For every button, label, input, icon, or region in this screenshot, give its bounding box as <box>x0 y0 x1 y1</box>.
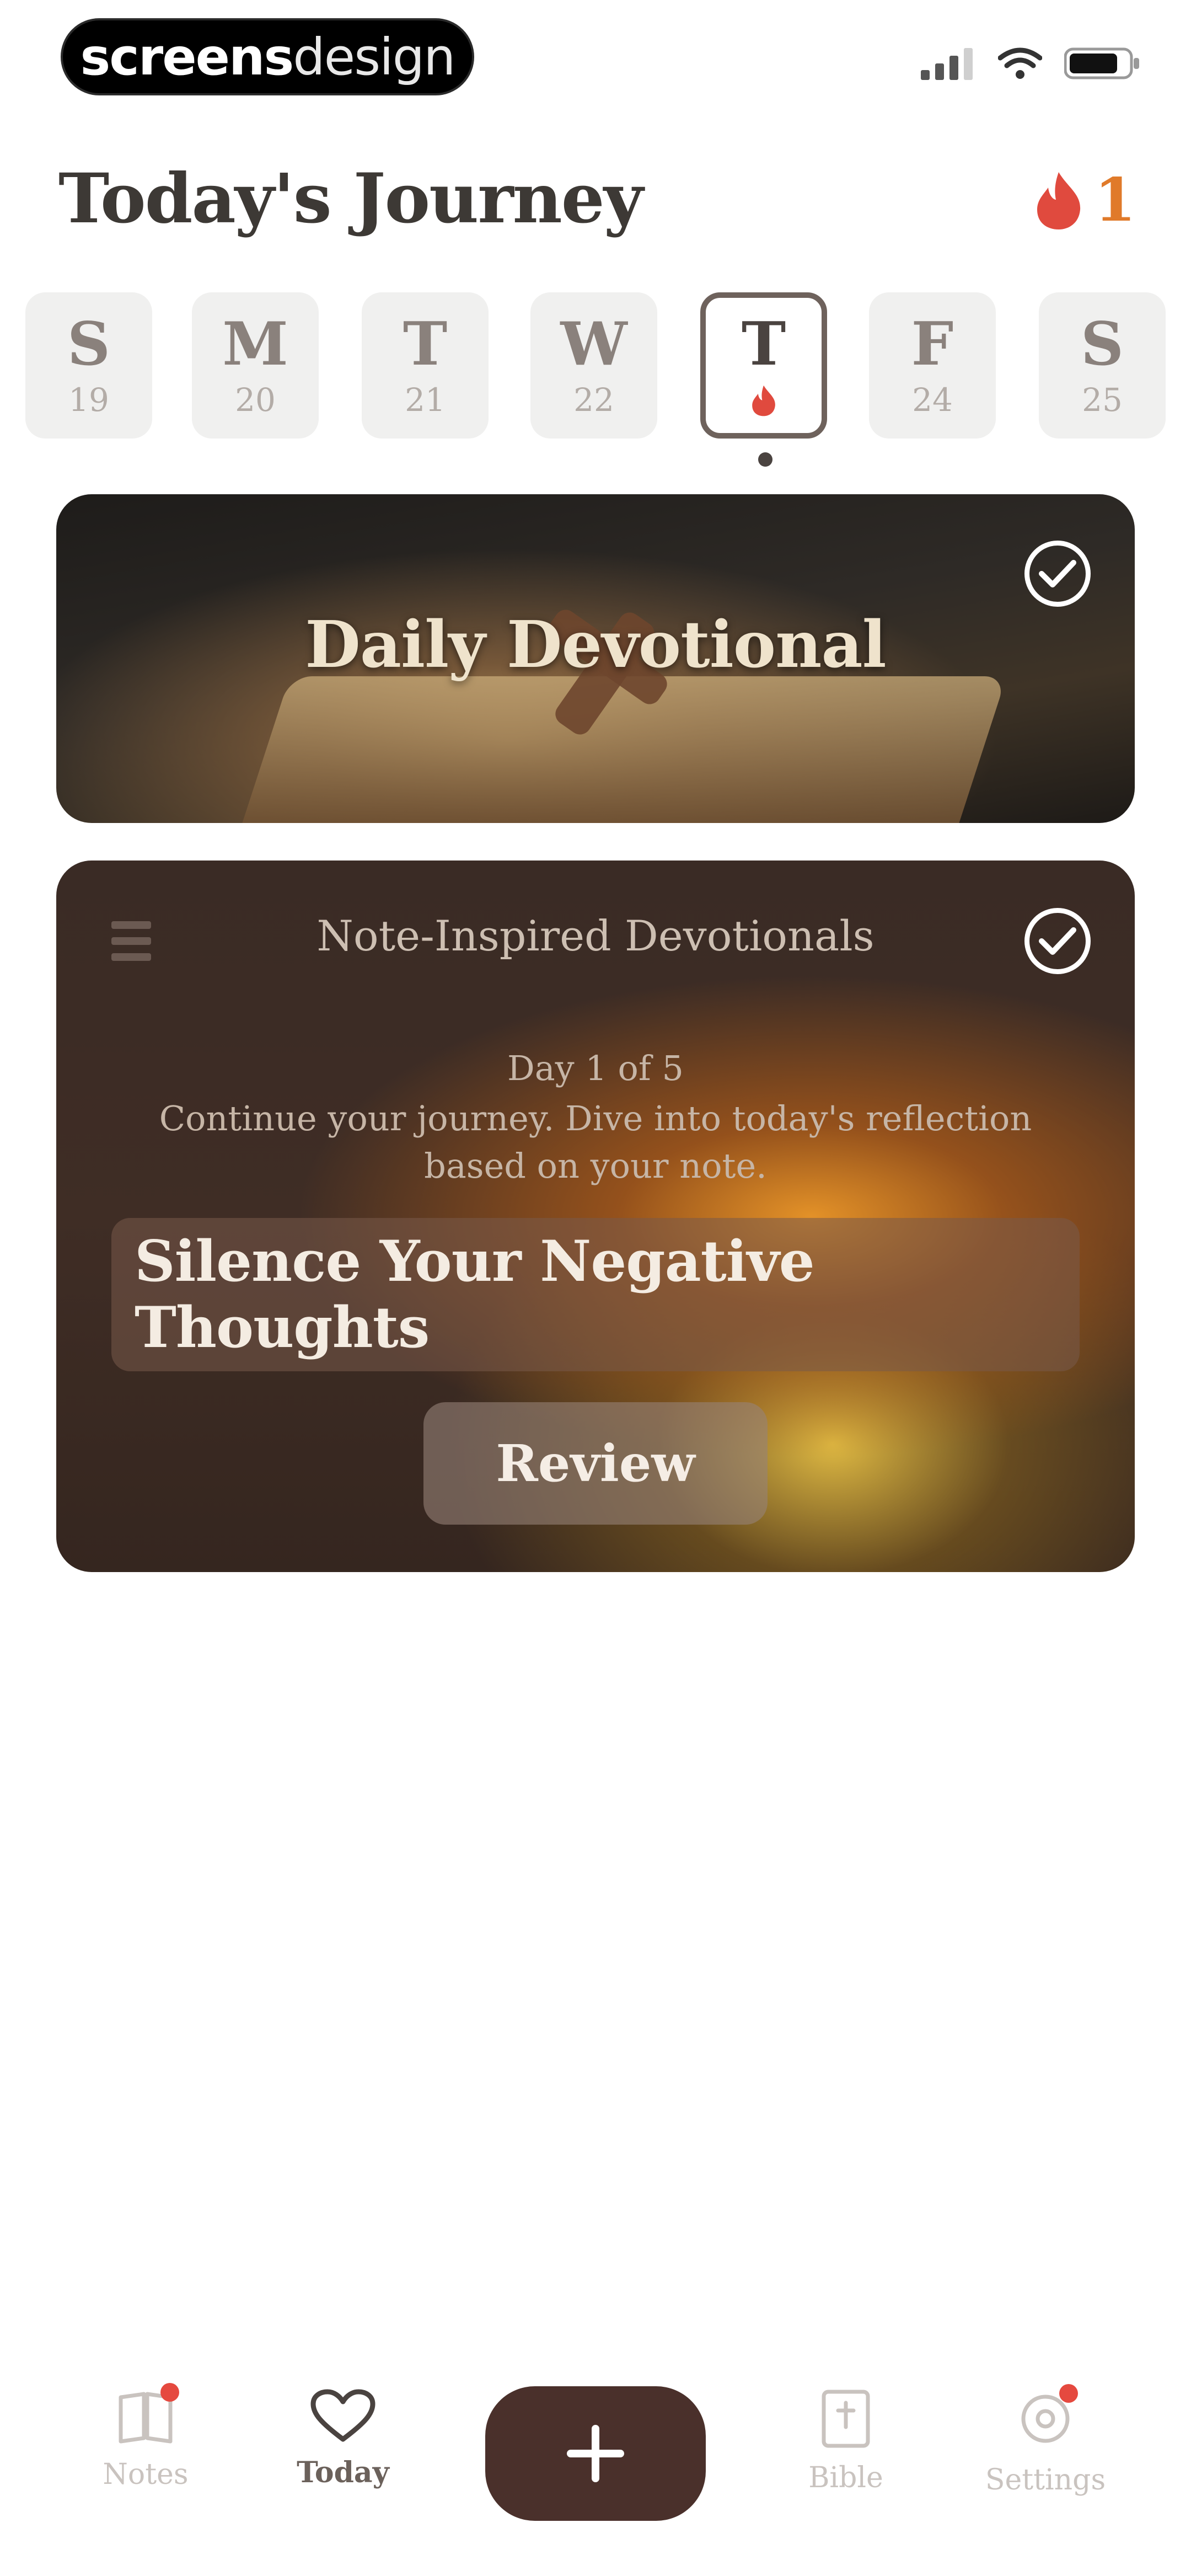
status-icons <box>921 44 1141 83</box>
streak-count: 1 <box>1094 165 1136 235</box>
day-letter: S <box>67 309 110 379</box>
nav-label: Settings <box>985 2463 1106 2497</box>
nav-label: Bible <box>808 2461 883 2494</box>
brand-logo-light: design <box>293 27 455 87</box>
day-date: 19 <box>68 381 109 419</box>
day-letter: W <box>560 309 627 379</box>
streak-indicator[interactable]: 1 <box>1034 165 1136 235</box>
day-date: 20 <box>235 381 276 419</box>
daily-devotional-title: Daily Devotional <box>305 607 886 682</box>
day-thursday-selected[interactable]: T <box>700 292 827 439</box>
bible-illustration <box>242 676 1007 823</box>
check-icon <box>1024 908 1091 974</box>
day-monday[interactable]: M 20 <box>192 292 319 439</box>
nav-notes[interactable]: Notes <box>57 2383 234 2491</box>
day-letter: M <box>222 309 288 379</box>
day-letter: F <box>911 309 954 379</box>
note-inspired-header: Note-Inspired Devotionals <box>316 911 875 960</box>
wifi-icon <box>998 47 1042 79</box>
heart-icon <box>310 2389 375 2442</box>
devotional-description: Continue your journey. Dive into today's… <box>159 1098 1032 1186</box>
review-button[interactable]: Review <box>423 1402 768 1525</box>
signal-icon <box>921 48 973 80</box>
flame-icon <box>1037 172 1080 229</box>
day-sunday[interactable]: S 19 <box>25 292 152 439</box>
note-inspired-card: Note-Inspired Devotionals Day 1 of 5 Con… <box>56 861 1135 1572</box>
day-tuesday[interactable]: T 21 <box>362 292 489 439</box>
topic-box[interactable]: Silence Your Negative Thoughts <box>111 1218 1080 1371</box>
plus-icon <box>567 2425 624 2482</box>
add-button[interactable] <box>485 2386 706 2521</box>
nav-today[interactable]: Today <box>255 2388 431 2489</box>
day-saturday[interactable]: S 25 <box>1039 292 1166 439</box>
battery-icon <box>1064 47 1139 79</box>
nav-settings[interactable]: Settings <box>957 2384 1134 2497</box>
bible-icon <box>822 2390 870 2448</box>
nav-label: Notes <box>103 2458 189 2491</box>
day-date: 21 <box>405 381 446 419</box>
nav-label: Today <box>297 2456 389 2489</box>
flame-icon <box>752 385 775 416</box>
day-date: 24 <box>912 381 953 419</box>
day-letter: S <box>1081 309 1124 379</box>
check-icon <box>1024 541 1091 607</box>
topic-title: Silence Your Negative Thoughts <box>135 1228 815 1361</box>
brand-logo: screens design <box>61 18 474 95</box>
day-letter: T <box>403 309 448 379</box>
brand-logo-bold: screens <box>80 27 294 87</box>
today-indicator-dot <box>758 452 772 467</box>
day-date: 25 <box>1082 381 1123 419</box>
notification-dot <box>160 2383 179 2402</box>
devotional-progress: Day 1 of 5 <box>507 1048 684 1088</box>
daily-devotional-card[interactable]: Daily Devotional <box>56 494 1135 823</box>
notification-dot <box>1059 2384 1078 2403</box>
day-wednesday[interactable]: W 22 <box>530 292 657 439</box>
day-letter: T <box>741 309 786 379</box>
nav-bible[interactable]: Bible <box>758 2388 934 2494</box>
day-friday[interactable]: F 24 <box>869 292 996 439</box>
day-date: 22 <box>573 381 614 419</box>
page-title: Today's Journey <box>58 159 643 239</box>
